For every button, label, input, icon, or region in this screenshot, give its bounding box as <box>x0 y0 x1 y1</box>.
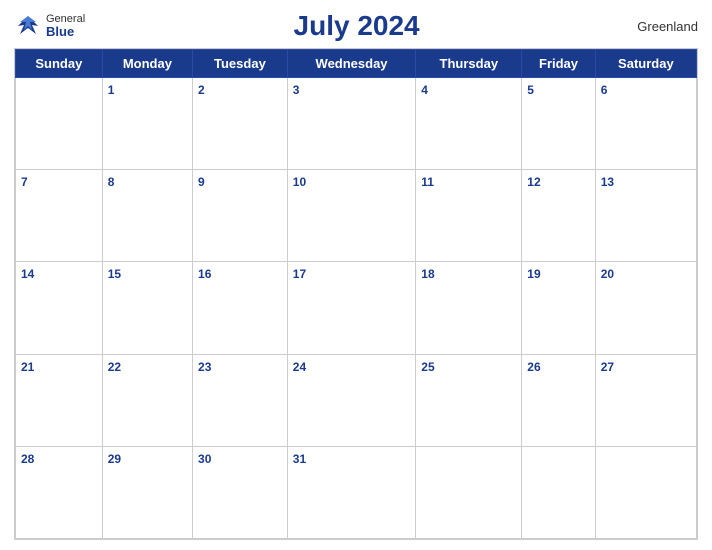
day-cell-2: 2 <box>193 78 288 170</box>
day-number-2: 2 <box>198 83 205 97</box>
day-cell-10: 10 <box>287 170 416 262</box>
day-number-18: 18 <box>421 267 434 281</box>
day-cell-13: 13 <box>595 170 696 262</box>
header-tuesday: Tuesday <box>193 50 288 78</box>
day-number-22: 22 <box>108 360 121 374</box>
day-number-25: 25 <box>421 360 434 374</box>
week-row-1: 1 2 3 4 5 6 <box>16 78 697 170</box>
day-number-6: 6 <box>601 83 608 97</box>
week-row-2: 7 8 9 10 11 12 13 <box>16 170 697 262</box>
day-number-13: 13 <box>601 175 614 189</box>
day-cell-21: 21 <box>16 354 103 446</box>
day-cell-23: 23 <box>193 354 288 446</box>
logo-text: General Blue <box>46 13 85 39</box>
day-number-27: 27 <box>601 360 614 374</box>
day-number-9: 9 <box>198 175 205 189</box>
day-cell-15: 15 <box>102 262 192 354</box>
week-row-3: 14 15 16 17 18 19 20 <box>16 262 697 354</box>
day-number-8: 8 <box>108 175 115 189</box>
day-cell-25: 25 <box>416 354 522 446</box>
header-thursday: Thursday <box>416 50 522 78</box>
header-sunday: Sunday <box>16 50 103 78</box>
day-number-7: 7 <box>21 175 28 189</box>
header-monday: Monday <box>102 50 192 78</box>
week-row-4: 21 22 23 24 25 26 27 <box>16 354 697 446</box>
header: General Blue July 2024 Greenland <box>14 10 698 42</box>
day-number-31: 31 <box>293 452 306 466</box>
day-number-15: 15 <box>108 267 121 281</box>
day-cell-5: 5 <box>522 78 595 170</box>
calendar-title: July 2024 <box>85 10 628 42</box>
day-cell-14: 14 <box>16 262 103 354</box>
day-number-11: 11 <box>421 175 434 189</box>
day-number-3: 3 <box>293 83 300 97</box>
day-cell-17: 17 <box>287 262 416 354</box>
day-number-16: 16 <box>198 267 211 281</box>
header-wednesday: Wednesday <box>287 50 416 78</box>
day-cell-20: 20 <box>595 262 696 354</box>
day-cell-16: 16 <box>193 262 288 354</box>
week-row-5: 28 29 30 31 <box>16 446 697 538</box>
empty-cell-4-6 <box>595 446 696 538</box>
day-cell-27: 27 <box>595 354 696 446</box>
day-number-1: 1 <box>108 83 115 97</box>
day-cell-3: 3 <box>287 78 416 170</box>
day-cell-8: 8 <box>102 170 192 262</box>
day-number-19: 19 <box>527 267 540 281</box>
day-cell-6: 6 <box>595 78 696 170</box>
day-cell-19: 19 <box>522 262 595 354</box>
day-cell-18: 18 <box>416 262 522 354</box>
calendar-page: General Blue July 2024 Greenland Sunday … <box>0 0 712 550</box>
day-number-12: 12 <box>527 175 540 189</box>
calendar-grid: Sunday Monday Tuesday Wednesday Thursday… <box>14 48 698 540</box>
day-cell-12: 12 <box>522 170 595 262</box>
empty-cell-4-4 <box>416 446 522 538</box>
day-cell-9: 9 <box>193 170 288 262</box>
day-number-28: 28 <box>21 452 34 466</box>
day-number-4: 4 <box>421 83 428 97</box>
day-number-5: 5 <box>527 83 534 97</box>
day-number-26: 26 <box>527 360 540 374</box>
day-cell-7: 7 <box>16 170 103 262</box>
day-cell-28: 28 <box>16 446 103 538</box>
logo-blue: Blue <box>46 25 85 39</box>
day-cell-29: 29 <box>102 446 192 538</box>
day-cell-31: 31 <box>287 446 416 538</box>
day-number-20: 20 <box>601 267 614 281</box>
day-cell-11: 11 <box>416 170 522 262</box>
logo-bird-icon <box>14 12 42 40</box>
header-saturday: Saturday <box>595 50 696 78</box>
day-cell-4: 4 <box>416 78 522 170</box>
day-number-29: 29 <box>108 452 121 466</box>
day-cell-1: 1 <box>102 78 192 170</box>
header-friday: Friday <box>522 50 595 78</box>
day-number-30: 30 <box>198 452 211 466</box>
logo: General Blue <box>14 12 85 40</box>
day-number-24: 24 <box>293 360 306 374</box>
empty-cell-0-0 <box>16 78 103 170</box>
empty-cell-4-5 <box>522 446 595 538</box>
weekday-header-row: Sunday Monday Tuesday Wednesday Thursday… <box>16 50 697 78</box>
day-cell-26: 26 <box>522 354 595 446</box>
day-number-10: 10 <box>293 175 306 189</box>
region-label: Greenland <box>628 19 698 34</box>
day-number-21: 21 <box>21 360 34 374</box>
day-cell-30: 30 <box>193 446 288 538</box>
day-cell-24: 24 <box>287 354 416 446</box>
day-number-23: 23 <box>198 360 211 374</box>
day-cell-22: 22 <box>102 354 192 446</box>
day-number-17: 17 <box>293 267 306 281</box>
day-number-14: 14 <box>21 267 34 281</box>
